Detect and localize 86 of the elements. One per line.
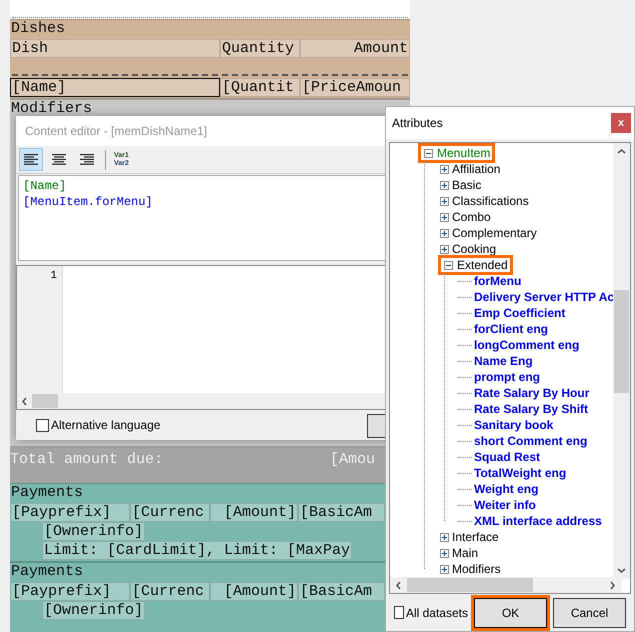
field-cell: [Payprefix] (10, 503, 130, 522)
align-right-icon (80, 154, 94, 166)
band-text: [Ownerinfo] (42, 522, 146, 541)
band-text: [Ownerinfo] (42, 601, 146, 620)
tree-item[interactable]: Extended (438, 255, 513, 275)
scrollbar-thumb[interactable] (32, 394, 58, 408)
scrollbar-thumb[interactable] (407, 578, 533, 592)
field-cell: [Name] (10, 78, 220, 97)
field-cell: [Payprefix] (10, 582, 130, 601)
tree-item[interactable]: longComment eng (474, 338, 580, 352)
field-cell: [Amount] (210, 503, 298, 522)
expand-icon[interactable] (440, 228, 449, 238)
tree-item[interactable]: MenuItem (418, 143, 496, 163)
scroll-up-icon[interactable] (617, 148, 626, 155)
tree-item[interactable]: Weight eng (474, 482, 538, 496)
tree-item[interactable]: Name Eng (474, 354, 533, 368)
editor-line: [MenuItem.forMenu] (23, 194, 154, 210)
band-text: Quantity (220, 39, 300, 58)
tree-item[interactable]: forMenu (474, 274, 522, 288)
expand-icon[interactable] (440, 532, 449, 542)
tree-item[interactable]: Complementary (452, 226, 537, 240)
tree-item[interactable]: Classifications (452, 194, 529, 208)
expand-icon[interactable] (440, 244, 449, 254)
scrollbar-thumb[interactable] (614, 290, 629, 393)
vertical-scrollbar[interactable] (613, 143, 630, 579)
band-title: Payments (10, 484, 84, 503)
checkbox[interactable] (36, 418, 49, 432)
scroll-left-icon[interactable] (21, 396, 28, 406)
checkbox-label: Alternative language (51, 417, 160, 434)
field-cell: [Currenc (130, 582, 210, 601)
editor-line: [Name] (23, 178, 68, 194)
align-center-icon (52, 154, 66, 166)
tree-item[interactable]: Cooking (452, 242, 496, 256)
window-title: Content editor - [memDishName1] (25, 123, 208, 140)
window-title: Attributes (392, 115, 443, 132)
band-title: Payments (10, 563, 84, 582)
field-cell-text: [Amou (330, 450, 376, 470)
tree-item[interactable]: Rate Salary By Hour (474, 386, 590, 400)
tree-item[interactable]: Affiliation (452, 162, 500, 176)
expand-icon[interactable] (440, 212, 449, 222)
band-text: Limit: [CardLimit], Limit: [MaxPay (42, 541, 352, 560)
horizontal-scrollbar[interactable] (390, 577, 622, 593)
checkbox[interactable] (394, 606, 404, 619)
tree-item[interactable]: Main (452, 546, 478, 560)
tree-item[interactable]: prompt eng (474, 370, 540, 384)
checkbox-label: All datasets (406, 604, 468, 622)
band-title: Total amount due: (10, 450, 164, 470)
collapse-icon[interactable] (444, 260, 453, 270)
expand-icon[interactable] (440, 196, 449, 206)
tree-item[interactable]: Rate Salary By Shift (474, 402, 588, 416)
scroll-down-icon[interactable] (617, 567, 626, 574)
tree-item[interactable]: Combo (452, 210, 491, 224)
tree-item[interactable]: short Comment eng (474, 434, 588, 448)
tree-item[interactable]: Weiter info (474, 498, 536, 512)
scroll-right-icon[interactable] (609, 580, 616, 590)
align-left-button[interactable] (19, 148, 43, 171)
tree-item[interactable]: Basic (452, 178, 482, 192)
field-cell: [Currenc (130, 503, 210, 522)
expand-icon[interactable] (440, 164, 449, 174)
cancel-button[interactable]: Cancel (553, 598, 626, 628)
tree-item[interactable]: Modifiers (452, 562, 501, 576)
expand-icon[interactable] (440, 564, 449, 574)
field-cell: [Amount] (210, 582, 298, 601)
tree-item[interactable]: XML interface address (474, 514, 602, 528)
band-title: Dishes (10, 20, 66, 39)
field-cell: [Quantit (220, 78, 300, 97)
field-cell: [PriceAmoun (300, 78, 410, 97)
tree-item[interactable]: Delivery Server HTTP Ac (474, 290, 614, 304)
collapse-icon[interactable] (424, 148, 433, 158)
scroll-left-icon[interactable] (395, 580, 402, 590)
tree-item[interactable]: forClient eng (474, 322, 548, 336)
band-text: Amount (300, 39, 410, 58)
field-cell: [BasicAm (298, 582, 385, 601)
tree-item[interactable]: Sanitary book (474, 418, 554, 432)
line-number: 1 (49, 269, 57, 283)
band-text: Dish (10, 39, 220, 58)
tree-item[interactable]: Emp Coefficient (474, 306, 566, 320)
tree-item[interactable]: Interface (452, 530, 499, 544)
close-button[interactable]: x (611, 113, 631, 133)
expand-icon[interactable] (440, 180, 449, 190)
band-title: Modifiers (10, 100, 94, 119)
align-left-icon (24, 154, 38, 166)
field-cell: [BasicAm (298, 503, 385, 522)
tree-item[interactable]: Squad Rest (474, 450, 540, 464)
expand-icon[interactable] (440, 548, 449, 558)
tree-item[interactable]: TotalWeight eng (474, 466, 566, 480)
